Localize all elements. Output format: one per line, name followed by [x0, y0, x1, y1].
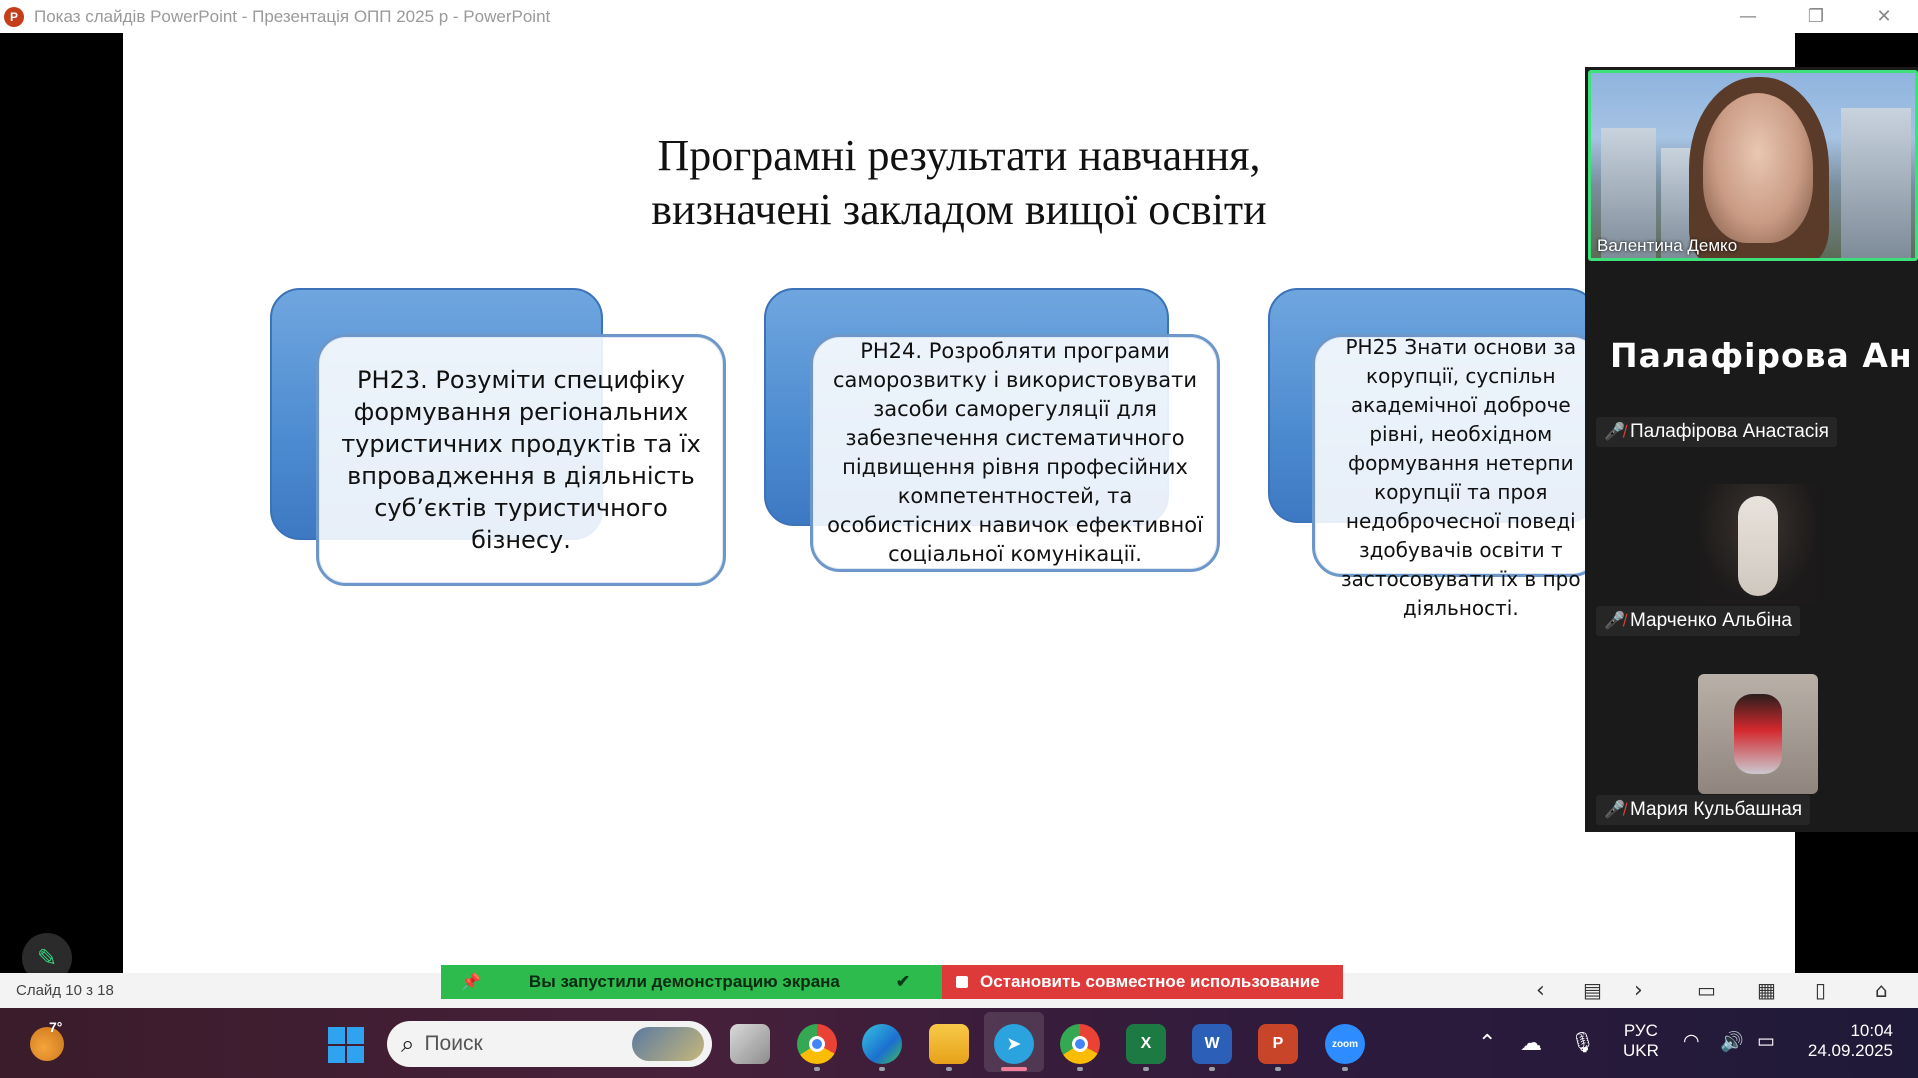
- participant-name-3: Мария Кульбашная: [1630, 799, 1803, 820]
- background-building: [1841, 108, 1911, 258]
- card-1: РН23. Розуміти специфіку формування регі…: [316, 334, 726, 586]
- participant-label-3: 🎤̸ Мария Кульбашная: [1596, 795, 1811, 825]
- running-indicator: [814, 1067, 820, 1071]
- participant-name-placeholder: Палафірова Ан...: [1610, 336, 1910, 375]
- powerpoint-app-icon: P: [4, 6, 24, 27]
- input-language-indicator[interactable]: РУС UKR: [1623, 1021, 1659, 1061]
- previous-slide-button[interactable]: ‹: [1536, 978, 1545, 1003]
- mic-muted-icon: 🎤̸: [1604, 422, 1626, 441]
- screen: P Показ слайдів PowerPoint - Презентація…: [0, 0, 1918, 1078]
- slide-title-line-1: Програмні результати навчання,: [657, 131, 1261, 180]
- slide-title: Програмні результати навчання, визначені…: [123, 129, 1795, 237]
- participant-2-avatar: [1698, 484, 1818, 604]
- battery-icon[interactable]: ▭: [1757, 1030, 1775, 1053]
- participant-label-1: 🎤̸ Палафірова Анастасія: [1596, 417, 1837, 447]
- stop-icon: [956, 976, 968, 988]
- weather-temp: 7°: [49, 1019, 63, 1035]
- chrome-icon[interactable]: [797, 1024, 837, 1064]
- next-slide-button[interactable]: ›: [1634, 978, 1643, 1003]
- file-explorer-icon[interactable]: [929, 1024, 969, 1064]
- screen-share-notice[interactable]: 📌 Вы запустили демонстрацию экрана ✔: [441, 965, 942, 999]
- search-placeholder: Поиск: [424, 1032, 483, 1055]
- pin-icon: 📌: [461, 974, 481, 991]
- language-line-2: UKR: [1623, 1041, 1659, 1060]
- participant-label-2: 🎤̸ Марченко Альбіна: [1596, 606, 1800, 636]
- taskbar-search-box[interactable]: ⌕ Поиск: [387, 1021, 712, 1067]
- window-title-bar: P Показ слайдів PowerPoint - Презентація…: [0, 0, 1918, 33]
- participant-name-1: Палафірова Анастасія: [1630, 421, 1829, 442]
- microphone-icon[interactable]: 🎙: [1570, 1030, 1595, 1055]
- share-notice-text: Вы запустили демонстрацию экрана: [528, 972, 840, 991]
- running-indicator: [1342, 1067, 1348, 1071]
- active-speaker-name: Валентина Демко: [1597, 236, 1738, 255]
- language-line-1: РУС: [1623, 1021, 1658, 1040]
- onedrive-cloud-icon[interactable]: ☁: [1520, 1030, 1542, 1056]
- search-highlight-image: [632, 1027, 704, 1061]
- zoom-icon[interactable]: zoom: [1325, 1024, 1365, 1064]
- clock-time: 10:04: [1850, 1021, 1893, 1040]
- running-indicator: [879, 1067, 885, 1071]
- normal-view-icon[interactable]: ▭: [1697, 978, 1716, 1002]
- window-title: Показ слайдів PowerPoint - Презентація О…: [34, 6, 551, 26]
- avatar-figure: [1738, 496, 1778, 596]
- running-indicator: [1209, 1067, 1215, 1071]
- running-indicator: [946, 1067, 952, 1071]
- stop-share-button[interactable]: Остановить совместное использование: [942, 965, 1343, 999]
- card-2: РН24. Розробляти програми саморозвитку і…: [810, 334, 1220, 572]
- letterbox-left: [0, 33, 123, 973]
- chrome-profile-icon[interactable]: [1060, 1024, 1100, 1064]
- card-1-text: РН23. Розуміти специфіку формування регі…: [341, 366, 701, 554]
- card-2-text: РН24. Розробляти програми саморозвитку і…: [827, 339, 1203, 566]
- restore-button[interactable]: ❐: [1782, 0, 1850, 33]
- mic-muted-icon: 🎤̸: [1604, 800, 1626, 819]
- pencil-icon: ✎: [36, 944, 58, 972]
- start-windows-icon[interactable]: [328, 1027, 364, 1063]
- running-indicator: [1143, 1067, 1149, 1071]
- active-indicator: [1001, 1067, 1027, 1071]
- telegram-icon[interactable]: ➤: [994, 1024, 1034, 1064]
- reading-view-icon[interactable]: ▯: [1815, 978, 1826, 1002]
- powerpoint-icon[interactable]: P: [1258, 1024, 1298, 1064]
- slideshow-view-icon[interactable]: ⌂: [1875, 978, 1888, 1002]
- card-3-text: РН25 Знати основи за корупції, суспільн …: [1341, 335, 1581, 620]
- task-view-icon[interactable]: [730, 1024, 770, 1064]
- avatar-figure: [1734, 694, 1782, 774]
- participant-name-2: Марченко Альбіна: [1630, 610, 1792, 631]
- search-icon: ⌕: [401, 1030, 415, 1058]
- participant-3-avatar: [1698, 674, 1818, 794]
- slide-sorter-icon[interactable]: ▦: [1757, 978, 1776, 1002]
- wifi-icon[interactable]: ◠: [1683, 1030, 1700, 1053]
- shield-check-icon: ✔: [895, 972, 911, 991]
- running-indicator: [1077, 1067, 1083, 1071]
- show-hidden-icons-chevron-icon[interactable]: ⌃: [1478, 1030, 1496, 1056]
- minimize-button[interactable]: —: [1714, 0, 1782, 33]
- edge-icon[interactable]: [862, 1024, 902, 1064]
- active-speaker-tile[interactable]: Валентина Демко: [1588, 70, 1918, 261]
- close-button[interactable]: ✕: [1850, 0, 1918, 33]
- clock-date: 24.09.2025: [1807, 1041, 1893, 1060]
- card-3: РН25 Знати основи за корупції, суспільн …: [1312, 334, 1602, 620]
- slide-menu-icon[interactable]: ▤: [1583, 978, 1602, 1002]
- speaker-face: [1703, 93, 1813, 243]
- running-indicator: [1275, 1067, 1281, 1071]
- excel-icon[interactable]: X: [1126, 1024, 1166, 1064]
- slide-canvas[interactable]: Програмні результати навчання, визначені…: [123, 33, 1795, 973]
- clock[interactable]: 10:04 24.09.2025: [1803, 1021, 1893, 1061]
- word-icon[interactable]: W: [1192, 1024, 1232, 1064]
- stop-share-label: Остановить совместное использование: [980, 972, 1320, 991]
- mic-muted-icon: 🎤̸: [1604, 611, 1626, 630]
- volume-icon[interactable]: 🔊: [1720, 1030, 1744, 1054]
- slide-counter: Слайд 10 з 18: [16, 982, 114, 999]
- slide-title-line-2: визначені закладом вищої освіти: [651, 185, 1267, 234]
